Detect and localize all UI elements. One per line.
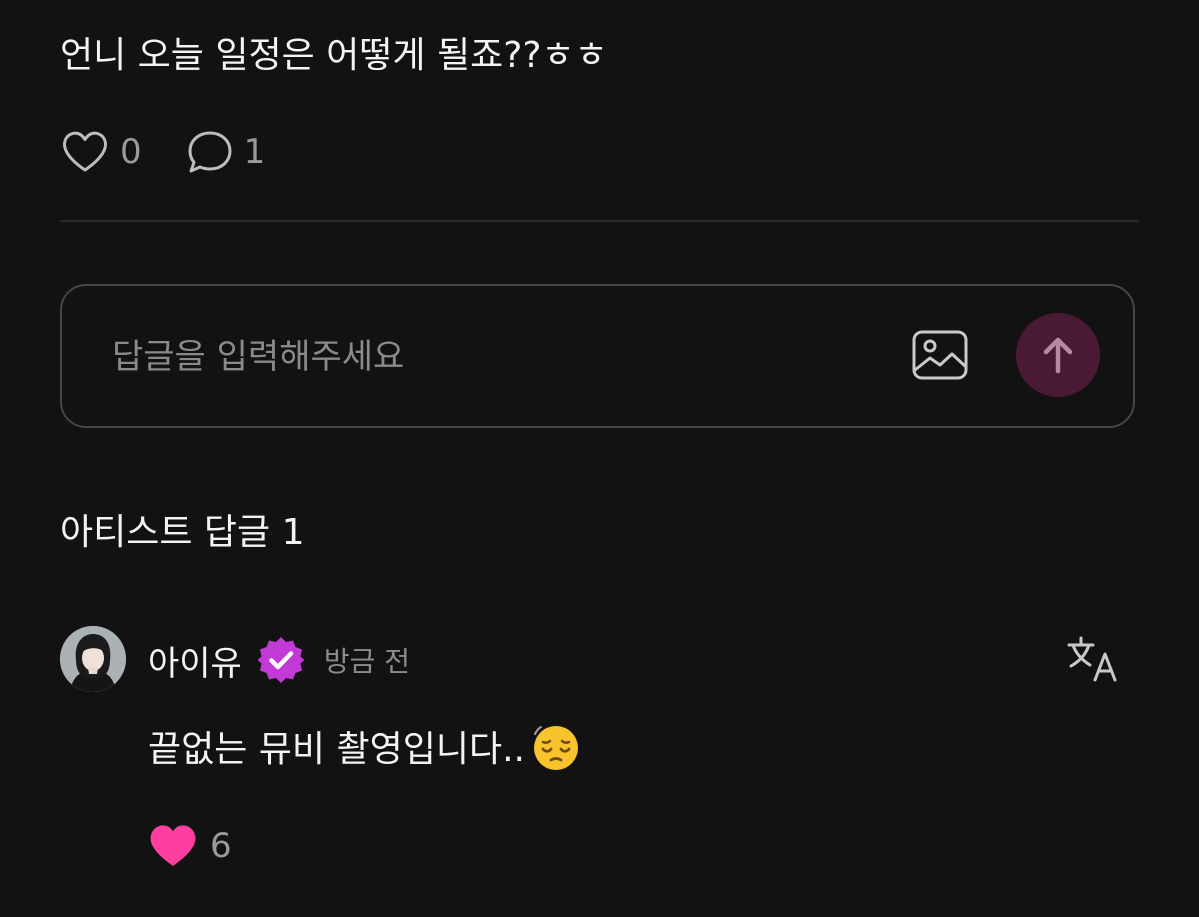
translate-button[interactable] (1066, 634, 1120, 684)
heart-outline-icon (63, 131, 107, 172)
comment-button[interactable]: 1 (186, 129, 266, 175)
comment-text: 끝없는 뮤비 촬영입니다.. (148, 729, 525, 770)
attach-image-button[interactable] (910, 328, 970, 384)
translate-icon (1067, 636, 1117, 682)
author-name[interactable]: 아이유 (148, 636, 242, 685)
artist-replies-title: 아티스트 답글 1 (60, 512, 305, 553)
post-text: 언니 오늘 일정은 어떻게 될죠??ㅎㅎ (60, 35, 608, 76)
comment-like-count: 6 (210, 826, 232, 866)
comment-like-button[interactable]: 6 (148, 818, 232, 874)
comment-time: 방금 전 (323, 645, 411, 678)
verified-badge-icon (257, 637, 305, 683)
comment-count: 1 (243, 132, 266, 172)
comment-text-row: 끝없는 뮤비 촬영입니다.. (148, 722, 581, 778)
send-button[interactable] (1016, 313, 1100, 397)
comment-header: 아이유 방금 전 (148, 632, 410, 688)
pensive-face-emoji-icon (533, 726, 578, 770)
image-icon (912, 330, 968, 380)
reply-composer (60, 284, 1135, 428)
reply-input[interactable] (110, 326, 874, 388)
like-button[interactable]: 0 (60, 129, 142, 175)
arrow-up-icon (1043, 337, 1073, 374)
post-reactions: 0 1 (60, 124, 265, 180)
speech-bubble-icon (188, 131, 232, 173)
avatar[interactable] (60, 626, 126, 692)
divider (60, 220, 1139, 222)
like-count: 0 (120, 132, 142, 172)
heart-filled-icon (150, 825, 196, 866)
artist-portrait-image (60, 626, 126, 692)
